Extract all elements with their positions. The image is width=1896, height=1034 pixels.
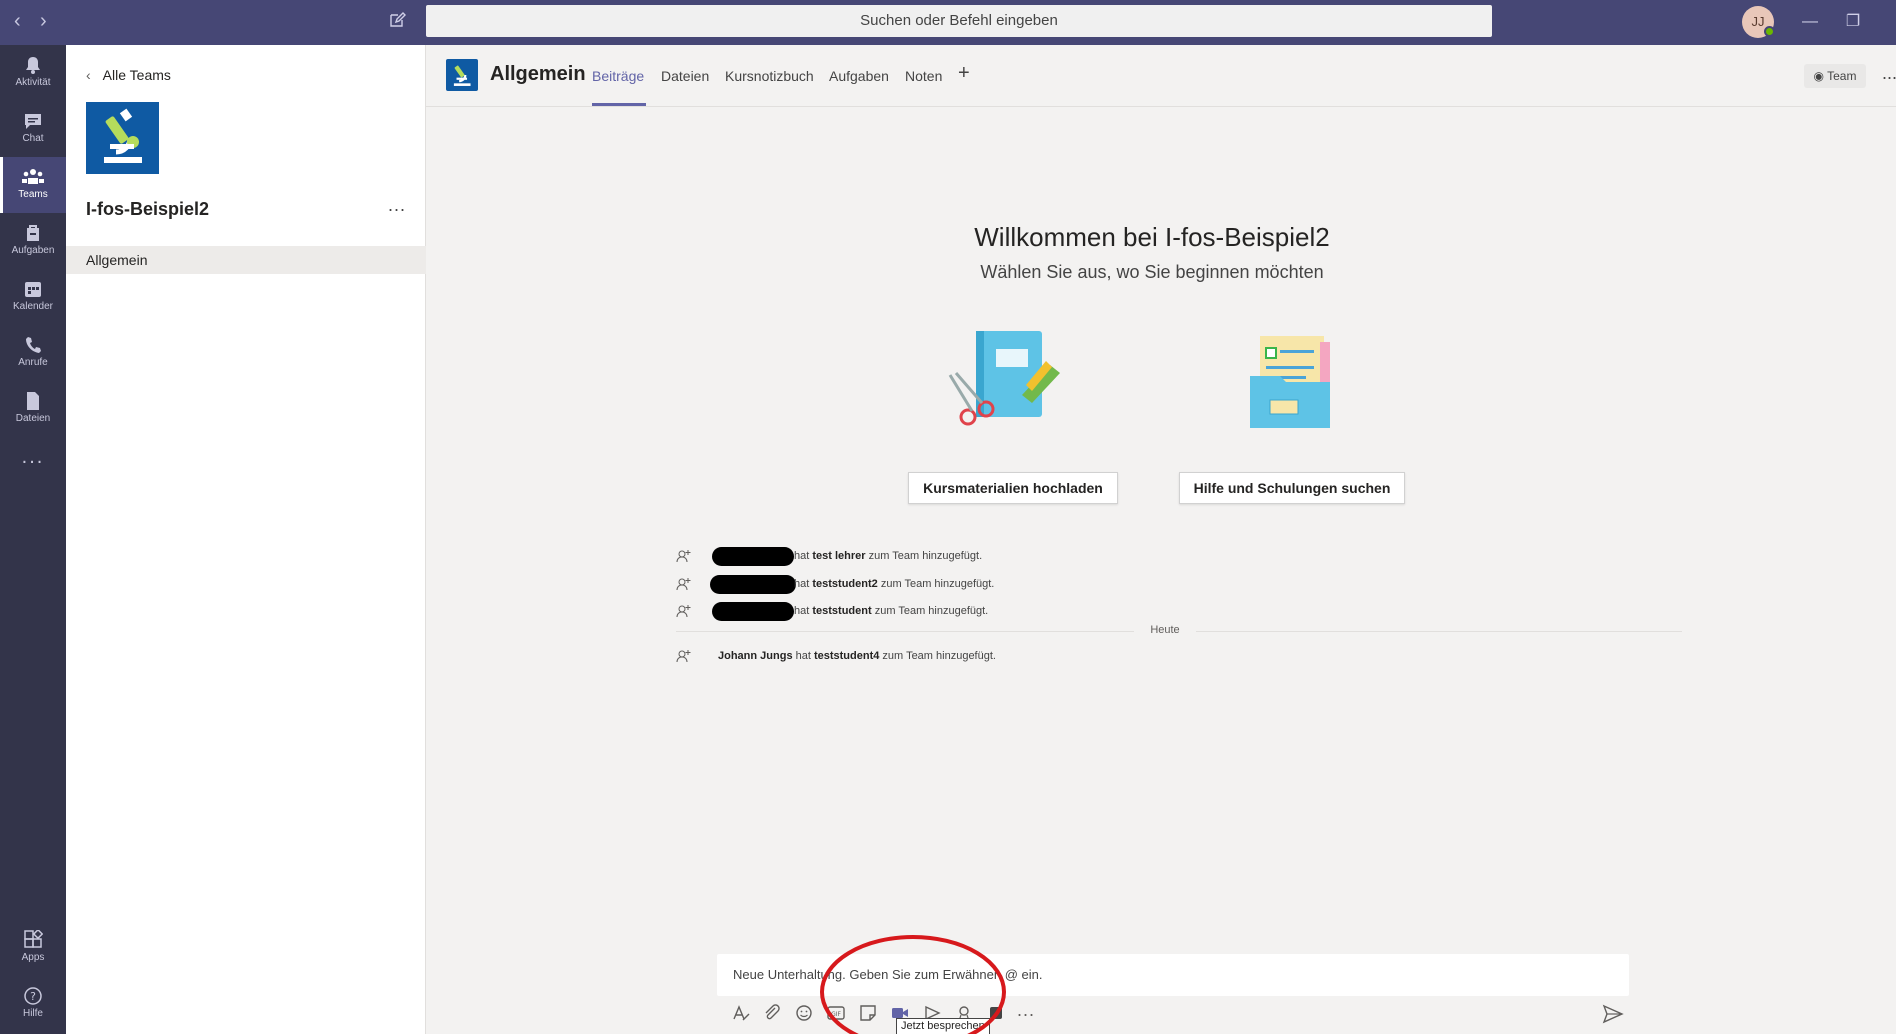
welcome-title: Willkommen bei I-fos-Beispiel2 xyxy=(974,222,1330,252)
svg-text:?: ? xyxy=(30,990,36,1003)
appbar-label: Anrufe xyxy=(18,357,48,368)
team-name: I-fos-Beispiel2 xyxy=(86,199,210,219)
tab-noten[interactable]: Noten xyxy=(905,68,942,84)
redacted-name xyxy=(710,575,796,594)
tab-kursnotizbuch[interactable]: Kursnotizbuch xyxy=(725,68,814,84)
compose-more-button[interactable]: ... xyxy=(1017,1001,1041,1023)
activity-row: hat teststudent zum Team hinzugefügt. xyxy=(676,600,1176,622)
team-button[interactable]: ◉ Team xyxy=(1804,64,1866,88)
appbar-item-calls[interactable]: Anrufe xyxy=(0,325,66,381)
status-available-icon xyxy=(1764,26,1775,37)
header-more-button[interactable]: ... xyxy=(1882,63,1896,84)
assignments-icon xyxy=(27,225,39,241)
file-icon xyxy=(27,392,39,410)
tab-aufgaben[interactable]: Aufgaben xyxy=(829,68,889,84)
add-tab-button[interactable]: + xyxy=(958,62,970,85)
bell-icon xyxy=(26,57,40,74)
phone-icon xyxy=(26,337,41,353)
all-teams-link[interactable]: ‹ Alle Teams xyxy=(86,67,171,83)
appbar-item-help[interactable]: ? Hilfe xyxy=(0,976,66,1032)
folder-illustration-icon xyxy=(1250,336,1330,428)
add-person-icon xyxy=(676,578,691,591)
appbar-item-chat[interactable]: Chat xyxy=(0,101,66,157)
welcome-subtitle: Wählen Sie aus, wo Sie beginnen möchten xyxy=(980,262,1324,282)
send-icon[interactable] xyxy=(1602,1004,1624,1024)
title-bar: ‹ › Suchen oder Befehl eingeben JJ — ❐ xyxy=(0,0,1896,45)
team-button-label: Team xyxy=(1827,69,1857,83)
active-tab-indicator xyxy=(592,103,646,106)
teams-pane: ‹ Alle Teams I-fos-Beispiel2 ... Allgemei… xyxy=(66,45,426,1034)
team-logo xyxy=(86,102,159,174)
channel-logo xyxy=(446,59,478,91)
appbar-label: Hilfe xyxy=(22,1008,43,1019)
appbar-more-button[interactable]: ... xyxy=(0,437,66,493)
minimize-icon[interactable]: — xyxy=(1800,12,1820,32)
activity-text: hat test lehrer zum Team hinzugefügt. xyxy=(794,550,983,562)
teams-icon xyxy=(22,169,44,184)
new-chat-icon[interactable] xyxy=(388,11,406,29)
apps-icon xyxy=(24,930,43,948)
appbar-label: Aktivität xyxy=(15,77,51,88)
attach-icon[interactable] xyxy=(762,1003,782,1023)
annotation-ellipse xyxy=(820,935,1006,1034)
restore-icon[interactable]: ❐ xyxy=(1843,12,1863,32)
activity-row: hat test lehrer zum Team hinzugefügt. xyxy=(676,545,1176,567)
appbar-item-teams[interactable]: Teams xyxy=(0,157,66,213)
appbar-item-apps[interactable]: Apps xyxy=(0,920,66,976)
chevron-left-icon: ‹ xyxy=(86,67,91,83)
add-person-icon xyxy=(676,550,691,563)
microscope-icon xyxy=(453,65,471,86)
appbar-item-activity[interactable]: Aktivität xyxy=(0,45,66,101)
appbar-item-calendar[interactable]: Kalender xyxy=(0,269,66,325)
redacted-name xyxy=(712,602,794,621)
appbar-label: Kalender xyxy=(12,301,54,312)
activity-row: hat teststudent2 zum Team hinzugefügt. xyxy=(676,573,1176,595)
appbar-label: Dateien xyxy=(15,413,51,424)
date-divider-line xyxy=(1196,631,1682,632)
help-training-button[interactable]: Hilfe und Schulungen suchen xyxy=(1179,472,1405,504)
activity-row: Johann Jungs hat teststudent4 zum Team h… xyxy=(676,645,1176,667)
channel-header: Allgemein Beiträge Dateien Kursnotizbuch… xyxy=(426,45,1896,107)
redacted-name xyxy=(712,547,794,566)
tab-beitraege[interactable]: Beiträge xyxy=(592,68,644,84)
notebook-illustration-icon xyxy=(948,331,1060,426)
channel-item-allgemein[interactable]: Allgemein xyxy=(66,246,426,274)
activity-text: Johann Jungs hat teststudent4 zum Team h… xyxy=(718,650,996,662)
chat-icon xyxy=(25,114,41,129)
calendar-icon xyxy=(25,282,41,297)
appbar-label: Aufgaben xyxy=(11,245,55,256)
microscope-icon xyxy=(104,108,142,163)
search-input[interactable]: Suchen oder Befehl eingeben xyxy=(426,5,1492,37)
back-arrow-icon[interactable]: ‹ xyxy=(14,10,21,32)
date-divider-line xyxy=(676,631,1134,632)
forward-arrow-icon[interactable]: › xyxy=(40,10,47,32)
channel-title: Allgemein xyxy=(490,63,586,85)
eye-icon: ◉ xyxy=(1813,69,1828,83)
appbar-item-assignments[interactable]: Aufgaben xyxy=(0,213,66,269)
app-bar: Aktivität Chat Teams Aufgaben Kalender A… xyxy=(0,45,66,1034)
date-divider-label: Heute xyxy=(1150,624,1180,636)
all-teams-label: Alle Teams xyxy=(102,67,171,83)
activity-text: hat teststudent2 zum Team hinzugefügt. xyxy=(794,578,995,590)
appbar-label: Teams xyxy=(18,189,48,200)
activity-text: hat teststudent zum Team hinzugefügt. xyxy=(794,605,989,617)
appbar-label: Apps xyxy=(21,952,45,963)
format-icon[interactable] xyxy=(731,1003,751,1023)
tab-dateien[interactable]: Dateien xyxy=(661,68,709,84)
team-more-button[interactable]: ... xyxy=(388,195,406,216)
add-person-icon xyxy=(676,605,691,618)
appbar-label: Chat xyxy=(22,133,44,144)
appbar-item-files[interactable]: Dateien xyxy=(0,381,66,437)
upload-materials-button[interactable]: Kursmaterialien hochladen xyxy=(908,472,1118,504)
help-icon: ? xyxy=(24,987,42,1005)
add-person-icon xyxy=(676,650,691,663)
